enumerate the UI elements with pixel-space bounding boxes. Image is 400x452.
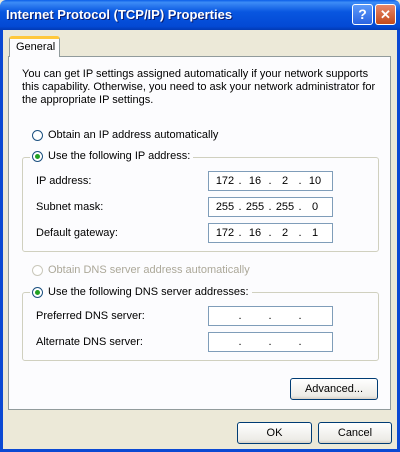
window-border-left (0, 30, 3, 452)
ip-octet-3: 2 (281, 175, 289, 187)
radio-use-following-ip[interactable]: Use the following IP address: (30, 150, 194, 162)
gateway-octet-1: 172 (215, 227, 235, 239)
subnet-octet-4: 0 (311, 201, 319, 213)
close-icon: ✕ (380, 7, 391, 22)
ip-dot: . (268, 175, 272, 187)
ip-dot: . (298, 201, 302, 213)
subnet-octet-2: 255 (245, 201, 265, 213)
radio-obtain-ip-auto-label: Obtain an IP address automatically (48, 129, 219, 141)
close-button[interactable]: ✕ (375, 4, 396, 25)
title-bar[interactable]: Internet Protocol (TCP/IP) Properties ? … (0, 0, 400, 30)
subnet-mask-label: Subnet mask: (36, 201, 104, 213)
ip-dot: . (268, 201, 272, 213)
ip-dot: . (238, 310, 242, 322)
radio-use-following-dns-label: Use the following DNS server addresses: (48, 286, 249, 298)
radio-use-following-ip-label: Use the following IP address: (48, 150, 191, 162)
help-icon: ? (358, 6, 367, 22)
tab-general-label: General (16, 41, 56, 53)
ip-octet-4: 10 (308, 175, 322, 187)
gateway-octet-2: 16 (248, 227, 262, 239)
subnet-mask-input[interactable]: 255 . 255 . 255 . 0 (208, 197, 333, 217)
ip-dot: . (268, 310, 272, 322)
radio-obtain-dns-auto[interactable]: Obtain DNS server address automatically (32, 264, 250, 276)
ip-address-input[interactable]: 172 . 16 . 2 . 10 (208, 171, 333, 191)
preferred-dns-input[interactable]: . . . (208, 306, 333, 326)
ip-dot: . (298, 310, 302, 322)
ip-dot: . (238, 201, 242, 213)
window-title: Internet Protocol (TCP/IP) Properties (6, 7, 233, 22)
ip-dot: . (298, 336, 302, 348)
radio-obtain-ip-auto-circle[interactable] (32, 129, 43, 141)
help-button[interactable]: ? (352, 4, 373, 25)
ip-octet-2: 16 (248, 175, 262, 187)
radio-use-following-dns-circle[interactable] (32, 286, 43, 298)
alternate-dns-input[interactable]: . . . (208, 332, 333, 352)
radio-use-following-dns[interactable]: Use the following DNS server addresses: (30, 286, 252, 298)
ip-dot: . (268, 227, 272, 239)
default-gateway-input[interactable]: 172 . 16 . 2 . 1 (208, 223, 333, 243)
radio-obtain-dns-auto-label: Obtain DNS server address automatically (48, 264, 250, 276)
ip-dot: . (298, 227, 302, 239)
ip-dot: . (238, 227, 242, 239)
radio-use-following-ip-circle[interactable] (32, 150, 43, 162)
ip-dot: . (268, 336, 272, 348)
gateway-octet-3: 2 (281, 227, 289, 239)
alternate-dns-label: Alternate DNS server: (36, 336, 143, 348)
tab-general[interactable]: General (9, 36, 60, 57)
ip-dot: . (238, 175, 242, 187)
ip-address-label: IP address: (36, 175, 92, 187)
ip-dot: . (298, 175, 302, 187)
intro-text: You can get IP settings assigned automat… (22, 68, 376, 106)
advanced-button[interactable]: Advanced... (290, 378, 378, 400)
subnet-octet-3: 255 (275, 201, 295, 213)
ip-dot: . (238, 336, 242, 348)
gateway-octet-4: 1 (311, 227, 319, 239)
subnet-octet-1: 255 (215, 201, 235, 213)
default-gateway-label: Default gateway: (36, 227, 118, 239)
ip-octet-1: 172 (215, 175, 235, 187)
radio-obtain-dns-auto-circle[interactable] (32, 264, 43, 276)
radio-obtain-ip-auto[interactable]: Obtain an IP address automatically (32, 129, 218, 141)
preferred-dns-label: Preferred DNS server: (36, 310, 145, 322)
ok-button[interactable]: OK (237, 422, 312, 444)
cancel-button[interactable]: Cancel (318, 422, 392, 444)
